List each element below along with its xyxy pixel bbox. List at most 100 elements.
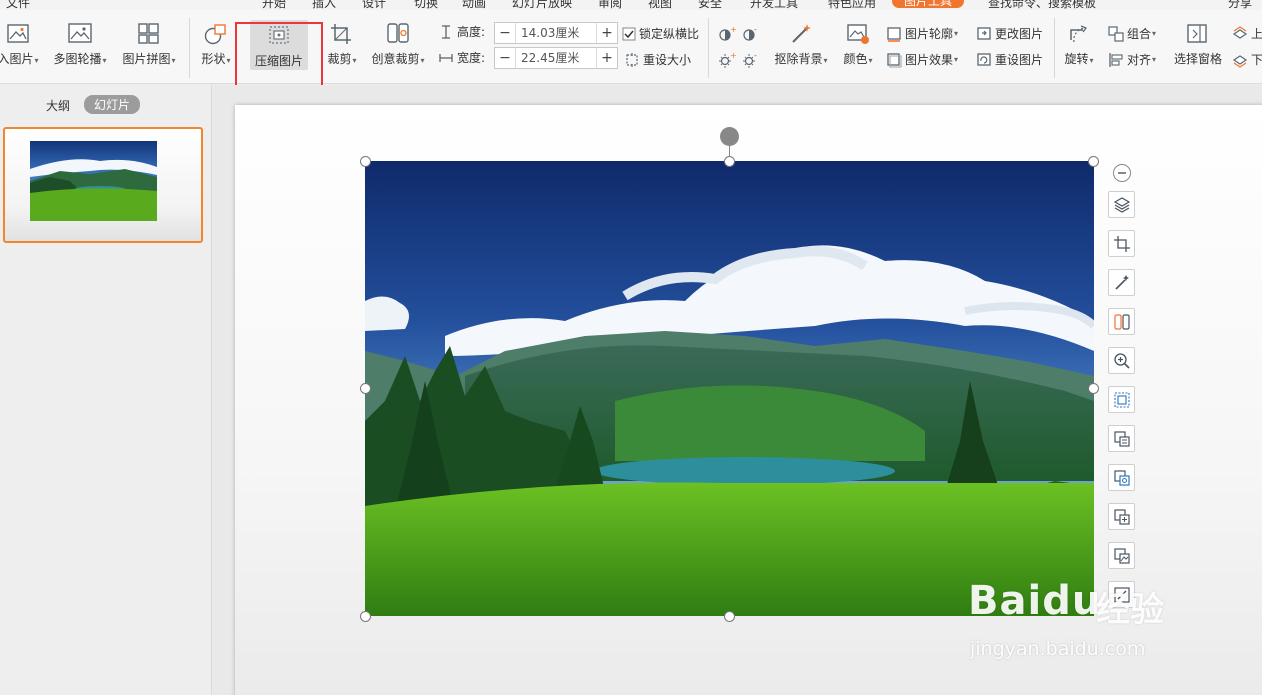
height-increase-button[interactable]: +: [597, 25, 617, 41]
width-label: 宽度:: [438, 49, 485, 66]
picture-translate-icon: [1113, 469, 1130, 486]
selection-pane-icon: [1187, 24, 1207, 43]
change-picture-icon: [977, 26, 991, 40]
height-icon: [442, 24, 450, 39]
menu-tab-slideshow[interactable]: 幻灯片放映: [512, 0, 572, 10]
menu-bar: 文件 开始 插入 设计 切换 动画 幻灯片放映 审阅 视图 安全 开发工具 特色…: [0, 0, 1262, 10]
side-creative-crop-button[interactable]: [1108, 308, 1135, 335]
width-increase-button[interactable]: +: [597, 50, 617, 66]
creative-crop-icon: [387, 23, 409, 43]
ribbon: 入图片▾ 多图轮播▾ 图片拼图▾ 形状▾ 压缩图片 裁剪▾ 创意裁剪▾ 高度: …: [0, 10, 1262, 93]
tab-outline[interactable]: 大纲: [46, 97, 70, 114]
side-picture-to-text-button[interactable]: [1108, 425, 1135, 452]
compress-picture-icon: [1113, 391, 1130, 408]
watermark-brand-cn: 经验: [1096, 590, 1164, 630]
width-stepper[interactable]: − 22.45厘米 +: [494, 47, 618, 69]
svg-text:-: -: [754, 52, 757, 60]
resize-handle-left[interactable]: [360, 383, 371, 394]
reset-size-icon: [626, 52, 638, 67]
resize-handle-right[interactable]: [1088, 383, 1099, 394]
menu-search[interactable]: 查找命令、搜索模板: [988, 0, 1096, 10]
shape-button[interactable]: 形状▾: [196, 22, 236, 67]
menu-tab-home[interactable]: 开始: [262, 0, 286, 10]
resize-handle-bottom-left[interactable]: [360, 611, 371, 622]
resize-handle-top[interactable]: [724, 156, 735, 167]
menu-tab-insert[interactable]: 插入: [312, 0, 336, 10]
width-decrease-button[interactable]: −: [495, 50, 515, 66]
brightness-up-icon[interactable]: +: [718, 52, 739, 68]
bring-forward-icon: [1232, 25, 1248, 39]
highlight-annotation: [235, 22, 323, 93]
group-button[interactable]: 组合 ▾: [1108, 25, 1156, 42]
side-compress-button[interactable]: [1108, 386, 1135, 413]
side-picture-translate-button[interactable]: [1108, 464, 1135, 491]
side-picture-split-button[interactable]: [1108, 503, 1135, 530]
contrast-down-icon[interactable]: -: [742, 26, 763, 42]
slide-panel: 大纲 幻灯片: [0, 85, 212, 695]
shape-icon: [204, 24, 226, 45]
height-decrease-button[interactable]: −: [495, 25, 515, 41]
align-button[interactable]: 对齐 ▾: [1108, 51, 1156, 68]
magic-wand-icon: [1114, 274, 1129, 290]
height-input[interactable]: 14.03厘米: [515, 23, 597, 43]
creative-crop-button[interactable]: 创意裁剪▾: [368, 22, 428, 67]
crop-icon: [331, 24, 351, 44]
bring-forward-button[interactable]: 上: [1232, 25, 1262, 42]
lock-aspect-checkbox[interactable]: 锁定纵横比: [622, 25, 699, 42]
width-input[interactable]: 22.45厘米: [515, 48, 597, 68]
menu-file[interactable]: 文件: [6, 0, 30, 10]
contrast-up-icon[interactable]: +: [718, 26, 739, 42]
reset-picture-button[interactable]: 重设图片: [976, 51, 1043, 68]
picture-split-icon: [1113, 508, 1130, 525]
menu-tab-features[interactable]: 特色应用: [828, 0, 876, 10]
side-remove-background-button[interactable]: [1108, 269, 1135, 296]
rotate-handle[interactable]: [720, 127, 739, 146]
checkbox-checked-icon: [622, 27, 636, 40]
collapse-toolbar-button[interactable]: [1113, 164, 1131, 182]
brightness-down-icon[interactable]: -: [742, 52, 763, 68]
color-button[interactable]: 颜色▾: [838, 22, 878, 67]
selection-pane-button[interactable]: 选择窗格: [1172, 22, 1224, 67]
landscape-picture[interactable]: [365, 161, 1094, 616]
zoom-button[interactable]: [1108, 347, 1135, 374]
change-picture-button[interactable]: 更改图片: [976, 25, 1043, 42]
menu-tab-review[interactable]: 审阅: [598, 0, 622, 10]
crop-button[interactable]: 裁剪▾: [322, 22, 362, 67]
menu-tab-view[interactable]: 视图: [648, 0, 672, 10]
remove-background-button[interactable]: 抠除背景▾: [770, 22, 832, 67]
slide-thumbnail[interactable]: [3, 127, 203, 243]
picture-outline-button[interactable]: 图片轮廓 ▾: [886, 25, 958, 42]
reset-size-button[interactable]: 重设大小: [624, 51, 691, 68]
menu-tab-security[interactable]: 安全: [698, 0, 722, 10]
align-icon: [1109, 52, 1123, 67]
minus-icon: [1118, 172, 1126, 174]
menu-tab-transition[interactable]: 切换: [414, 0, 438, 10]
insert-picture-button[interactable]: 入图片▾: [0, 22, 44, 67]
crop-icon: [1113, 235, 1130, 252]
menu-tab-developer[interactable]: 开发工具: [750, 0, 798, 10]
outline-icon: [887, 26, 901, 42]
tab-slides[interactable]: 幻灯片: [84, 95, 141, 114]
resize-handle-bottom[interactable]: [724, 611, 735, 622]
side-crop-button[interactable]: [1108, 230, 1135, 257]
height-stepper[interactable]: − 14.03厘米 +: [494, 22, 618, 44]
magic-wand-icon: [792, 24, 811, 43]
picture-effects-button[interactable]: 图片效果 ▾: [886, 51, 958, 68]
menu-tab-design[interactable]: 设计: [362, 0, 386, 10]
send-backward-button[interactable]: 下: [1232, 51, 1262, 68]
picture-to-text-icon: [1113, 430, 1130, 447]
layer-button[interactable]: [1108, 191, 1135, 218]
effects-icon: [887, 52, 902, 67]
menu-share[interactable]: 分享: [1228, 0, 1252, 10]
resize-handle-top-left[interactable]: [360, 156, 371, 167]
picture-collage-button[interactable]: 图片拼图▾: [118, 22, 180, 67]
rotate-button[interactable]: 旋转▾: [1060, 22, 1098, 67]
collage-icon: [138, 23, 159, 44]
svg-text:+: +: [730, 52, 736, 60]
menu-tab-picture-tools[interactable]: 图片工具: [892, 0, 965, 8]
menu-tab-animation[interactable]: 动画: [462, 0, 486, 10]
resize-handle-top-right[interactable]: [1088, 156, 1099, 167]
svg-text:+: +: [730, 26, 736, 34]
multi-carousel-button[interactable]: 多图轮播▾: [50, 22, 110, 67]
rotate-icon: [1070, 25, 1088, 43]
